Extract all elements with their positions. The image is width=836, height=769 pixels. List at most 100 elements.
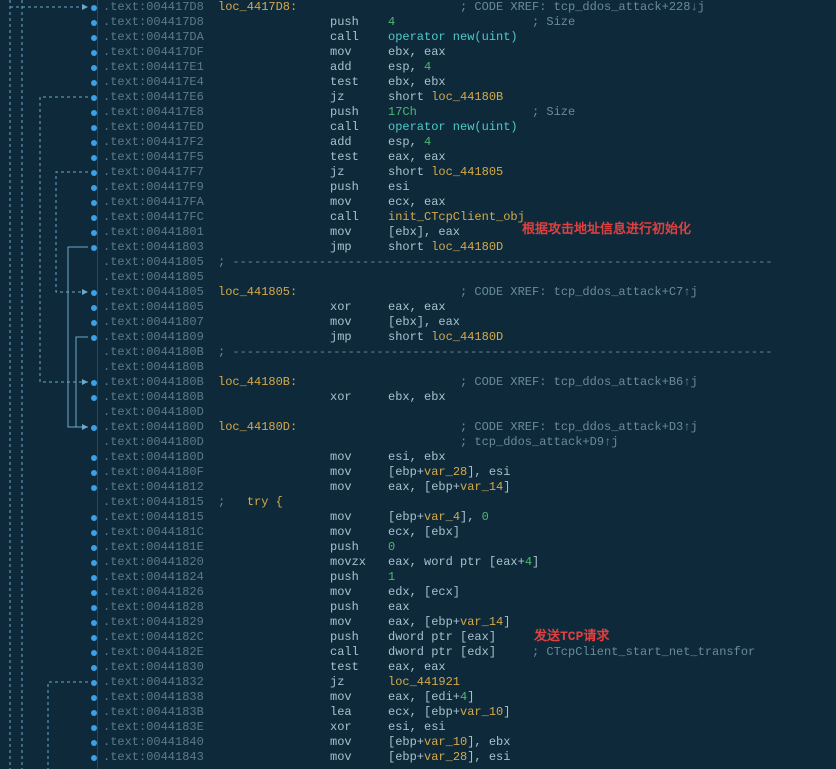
xref-comment[interactable]: ; CODE XREF: tcp_ddos_attack+C7↑j [460, 285, 698, 300]
disasm-line[interactable]: .text:00441815mov[ebp+var_4], 0 [0, 510, 836, 525]
disasm-line[interactable]: .text:004417E8push17Ch; Size [0, 105, 836, 120]
disasm-line[interactable]: .text:0044181Cmovecx, [ebx] [0, 525, 836, 540]
breakpoint-dot[interactable] [91, 50, 97, 56]
disasm-line[interactable]: .text:004417FCcallinit_CTcpClient_obj [0, 210, 836, 225]
breakpoint-dot[interactable] [91, 680, 97, 686]
disasm-line[interactable]: .text:00441828pusheax [0, 600, 836, 615]
disassembly-listing[interactable]: .text:004417D8loc_4417D8:; CODE XREF: tc… [0, 0, 836, 765]
breakpoint-dot[interactable] [91, 605, 97, 611]
disasm-line[interactable]: .text:00441830testeax, eax [0, 660, 836, 675]
breakpoint-dot[interactable] [91, 5, 97, 11]
disasm-line[interactable]: .text:00441812moveax, [ebp+var_14] [0, 480, 836, 495]
code-label[interactable]: loc_441805: [218, 285, 297, 300]
breakpoint-dot[interactable] [91, 20, 97, 26]
disasm-line[interactable]: .text:00441826movedx, [ecx] [0, 585, 836, 600]
disasm-line[interactable]: .text:00441805 [0, 270, 836, 285]
disasm-line[interactable]: .text:00441805loc_441805:; CODE XREF: tc… [0, 285, 836, 300]
breakpoint-dot[interactable] [91, 725, 97, 731]
code-label[interactable]: loc_4417D8: [218, 0, 297, 15]
disasm-line[interactable]: .text:0044180Bloc_44180B:; CODE XREF: tc… [0, 375, 836, 390]
disasm-line[interactable]: .text:0044181Epush0 [0, 540, 836, 555]
disasm-line[interactable]: .text:004417E4testebx, ebx [0, 75, 836, 90]
breakpoint-dot[interactable] [91, 470, 97, 476]
breakpoint-dot[interactable] [91, 95, 97, 101]
disasm-line[interactable]: .text:004417F5testeax, eax [0, 150, 836, 165]
disasm-line[interactable]: .text:0044180B [0, 360, 836, 375]
disasm-line[interactable]: .text:004417D8loc_4417D8:; CODE XREF: tc… [0, 0, 836, 15]
breakpoint-dot[interactable] [91, 170, 97, 176]
breakpoint-dot[interactable] [91, 230, 97, 236]
disasm-line[interactable]: .text:0044180Dmovesi, ebx [0, 450, 836, 465]
disasm-line[interactable]: .text:00441805; ------------------------… [0, 255, 836, 270]
breakpoint-dot[interactable] [91, 560, 97, 566]
disasm-line[interactable]: .text:0044182Cpushdword ptr [eax] [0, 630, 836, 645]
disasm-line[interactable]: .text:00441820movzxeax, word ptr [eax+4] [0, 555, 836, 570]
disasm-line[interactable]: .text:00441803jmpshort loc_44180D [0, 240, 836, 255]
breakpoint-dot[interactable] [91, 155, 97, 161]
disasm-line[interactable]: .text:0044183Exoresi, esi [0, 720, 836, 735]
disasm-line[interactable]: .text:00441838moveax, [edi+4] [0, 690, 836, 705]
disasm-line[interactable]: .text:004417F9pushesi [0, 180, 836, 195]
disasm-line[interactable]: .text:0044183Bleaecx, [ebp+var_10] [0, 705, 836, 720]
disasm-line[interactable]: .text:004417F2addesp, 4 [0, 135, 836, 150]
breakpoint-dot[interactable] [91, 380, 97, 386]
breakpoint-dot[interactable] [91, 200, 97, 206]
breakpoint-dot[interactable] [91, 620, 97, 626]
breakpoint-dot[interactable] [91, 125, 97, 131]
breakpoint-dot[interactable] [91, 185, 97, 191]
disasm-line[interactable]: .text:004417DFmovebx, eax [0, 45, 836, 60]
disasm-line[interactable]: .text:0044180B; ------------------------… [0, 345, 836, 360]
breakpoint-dot[interactable] [91, 665, 97, 671]
xref-comment[interactable]: ; tcp_ddos_attack+D9↑j [460, 435, 618, 450]
breakpoint-dot[interactable] [91, 650, 97, 656]
breakpoint-dot[interactable] [91, 575, 97, 581]
disasm-line[interactable]: .text:004417D8push4; Size [0, 15, 836, 30]
disasm-line[interactable]: .text:0044180D; tcp_ddos_attack+D9↑j [0, 435, 836, 450]
breakpoint-dot[interactable] [91, 710, 97, 716]
disasm-line[interactable]: .text:00441832jzloc_441921 [0, 675, 836, 690]
breakpoint-dot[interactable] [91, 245, 97, 251]
disasm-line[interactable]: .text:004417DAcalloperator new(uint) [0, 30, 836, 45]
breakpoint-dot[interactable] [91, 65, 97, 71]
breakpoint-dot[interactable] [91, 590, 97, 596]
breakpoint-dot[interactable] [91, 35, 97, 41]
breakpoint-dot[interactable] [91, 290, 97, 296]
xref-comment[interactable]: ; CODE XREF: tcp_ddos_attack+228↓j [460, 0, 705, 15]
disasm-line[interactable]: .text:00441809jmpshort loc_44180D [0, 330, 836, 345]
xref-comment[interactable]: ; CODE XREF: tcp_ddos_attack+B6↑j [460, 375, 698, 390]
breakpoint-dot[interactable] [91, 635, 97, 641]
disasm-line[interactable]: .text:004417EDcalloperator new(uint) [0, 120, 836, 135]
disasm-line[interactable]: .text:00441840mov[ebp+var_10], ebx [0, 735, 836, 750]
breakpoint-dot[interactable] [91, 305, 97, 311]
disasm-line[interactable]: .text:00441807mov[ebx], eax [0, 315, 836, 330]
disasm-line[interactable]: .text:00441824push1 [0, 570, 836, 585]
breakpoint-dot[interactable] [91, 320, 97, 326]
disasm-line[interactable]: .text:004417FAmovecx, eax [0, 195, 836, 210]
breakpoint-dot[interactable] [91, 425, 97, 431]
disasm-line[interactable]: .text:0044180Dloc_44180D:; CODE XREF: tc… [0, 420, 836, 435]
breakpoint-dot[interactable] [91, 545, 97, 551]
disasm-line[interactable]: .text:0044180D [0, 405, 836, 420]
disasm-line[interactable]: .text:00441829moveax, [ebp+var_14] [0, 615, 836, 630]
disasm-line[interactable]: .text:004417E1addesp, 4 [0, 60, 836, 75]
disasm-line[interactable]: .text:00441801mov[ebx], eax [0, 225, 836, 240]
code-label[interactable]: loc_44180D: [218, 420, 297, 435]
breakpoint-dot[interactable] [91, 80, 97, 86]
breakpoint-dot[interactable] [91, 530, 97, 536]
breakpoint-dot[interactable] [91, 455, 97, 461]
breakpoint-dot[interactable] [91, 485, 97, 491]
breakpoint-dot[interactable] [91, 140, 97, 146]
code-label[interactable]: loc_44180B: [218, 375, 297, 390]
breakpoint-dot[interactable] [91, 695, 97, 701]
disasm-line[interactable]: .text:004417F7jzshort loc_441805 [0, 165, 836, 180]
disasm-line[interactable]: .text:004417E6jzshort loc_44180B [0, 90, 836, 105]
breakpoint-dot[interactable] [91, 740, 97, 746]
disasm-line[interactable]: .text:0044180Bxorebx, ebx [0, 390, 836, 405]
disasm-line[interactable]: .text:0044180Fmov[ebp+var_28], esi [0, 465, 836, 480]
breakpoint-dot[interactable] [91, 755, 97, 761]
xref-comment[interactable]: ; CODE XREF: tcp_ddos_attack+D3↑j [460, 420, 698, 435]
breakpoint-dot[interactable] [91, 215, 97, 221]
breakpoint-dot[interactable] [91, 395, 97, 401]
disasm-line[interactable]: .text:00441843mov[ebp+var_28], esi [0, 750, 836, 765]
breakpoint-dot[interactable] [91, 110, 97, 116]
